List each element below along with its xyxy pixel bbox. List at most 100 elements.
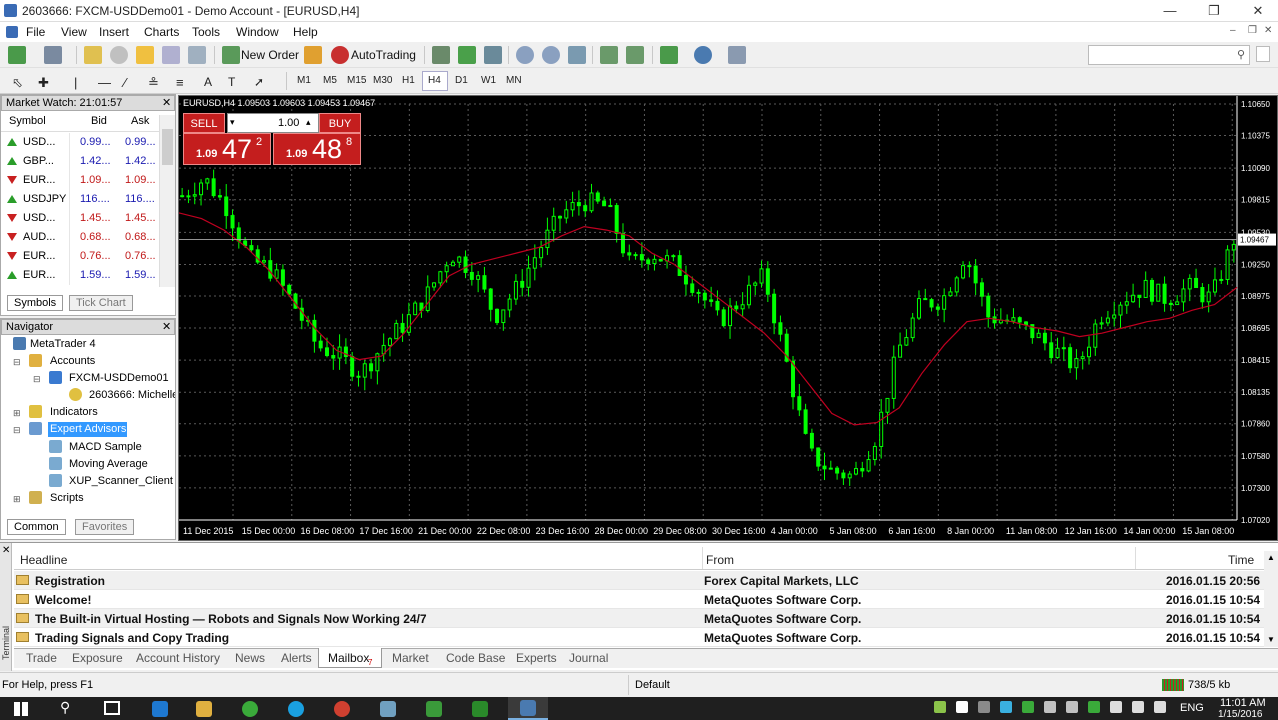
mdi-minimize-icon[interactable]: – <box>1230 25 1236 36</box>
tray-icon[interactable] <box>1022 701 1034 713</box>
new-order-icon[interactable] <box>222 46 240 64</box>
tray-icon[interactable] <box>1066 701 1078 713</box>
community-icon[interactable] <box>1256 46 1270 62</box>
zoom-in-icon[interactable] <box>516 46 534 64</box>
horizontal-line-icon[interactable]: — <box>98 75 111 90</box>
explorer-icon[interactable] <box>196 701 212 717</box>
market-watch-row[interactable]: EUR... 1.59... 1.59... <box>1 266 159 285</box>
nav-macd-sample[interactable]: MACD Sample <box>69 441 142 453</box>
market-watch-row[interactable]: USDJPY 116.... 116.... <box>1 190 159 209</box>
camtasia-recorder-icon[interactable] <box>472 701 488 717</box>
tab-tick-chart[interactable]: Tick Chart <box>69 295 133 311</box>
navigator-icon[interactable] <box>136 46 154 64</box>
battery-icon[interactable] <box>1154 701 1166 713</box>
chart-window[interactable]: 1.10650 1.10375 1.10090 1.09815 1.09530 1.092… <box>178 95 1278 541</box>
close-icon[interactable]: ✕ <box>162 320 171 333</box>
col-from[interactable]: From <box>706 553 734 567</box>
zoom-out-icon[interactable] <box>542 46 560 64</box>
metaeditor-icon[interactable] <box>304 46 322 64</box>
menu-view[interactable]: View <box>61 25 87 39</box>
close-icon[interactable]: ✕ <box>2 545 10 556</box>
market-watch-row[interactable]: USD... 0.99... 0.99... <box>1 133 159 152</box>
profiles-icon[interactable] <box>44 46 62 64</box>
chrome-icon[interactable] <box>334 701 350 717</box>
templates-icon[interactable] <box>728 46 746 64</box>
tab-market[interactable]: Market <box>392 651 429 665</box>
menu-tools[interactable]: Tools <box>192 25 220 39</box>
mail-row[interactable]: Trading Signals and Copy Trading MetaQuot… <box>14 628 1270 647</box>
tab-symbols[interactable]: Symbols <box>7 295 64 311</box>
scrollbar[interactable]: ▲ ▼ <box>1264 551 1278 647</box>
nav-accounts[interactable]: Accounts <box>50 355 95 367</box>
scroll-up-icon[interactable]: ▲ <box>1267 553 1275 562</box>
market-watch-row[interactable]: GBP... 1.42... 1.42... <box>1 152 159 171</box>
col-bid[interactable]: Bid <box>91 115 107 127</box>
strategy-tester-icon[interactable] <box>188 46 206 64</box>
market-watch-row[interactable]: USD... 1.45... 1.45... <box>1 209 159 228</box>
line-chart-icon[interactable] <box>484 46 502 64</box>
timeframe-m30[interactable]: M30 <box>373 75 392 86</box>
nav-moving-average[interactable]: Moving Average <box>69 458 148 470</box>
nav-server[interactable]: FXCM-USDDemo01 <box>69 372 169 384</box>
buy-price[interactable]: 1.09 48 8 <box>273 133 361 165</box>
collapse-icon[interactable]: ⊟ <box>33 374 41 385</box>
tray-icon[interactable] <box>1088 701 1100 713</box>
camtasia-icon[interactable] <box>426 701 442 717</box>
col-time[interactable]: Time <box>1228 553 1254 567</box>
menu-file[interactable]: File <box>26 25 45 39</box>
fibonacci-icon[interactable]: ≡ <box>176 75 184 90</box>
tab-code-base[interactable]: Code Base <box>446 651 505 665</box>
wifi-icon[interactable] <box>1110 701 1122 713</box>
metatrader-task[interactable] <box>508 697 548 720</box>
scrollbar[interactable] <box>159 115 175 287</box>
collapse-icon[interactable]: ⊟ <box>13 357 21 368</box>
timeframe-h4[interactable]: H4 <box>428 75 441 86</box>
mail-row[interactable]: Welcome! MetaQuotes Software Corp. 2016.01… <box>14 590 1270 609</box>
timeframe-h1[interactable]: H1 <box>402 75 415 86</box>
market-watch-row[interactable]: AUD... 0.68... 0.68... <box>1 228 159 247</box>
sell-button[interactable]: SELL <box>183 113 225 133</box>
tray-icon[interactable] <box>1000 701 1012 713</box>
lot-size-input[interactable]: ▾ 1.00 ▴ <box>227 113 319 133</box>
channel-icon[interactable]: ≗ <box>148 75 159 91</box>
trendline-icon[interactable]: ∕ <box>124 75 126 90</box>
skype-icon[interactable] <box>288 701 304 717</box>
clock-date[interactable]: 1/15/2016 <box>1218 709 1263 720</box>
nav-expert-advisors[interactable]: Expert Advisors <box>50 423 126 435</box>
increase-lot-icon[interactable]: ▴ <box>306 117 311 128</box>
timeframe-m5[interactable]: M5 <box>323 75 337 86</box>
crosshair-icon[interactable]: ✚ <box>38 75 49 91</box>
tab-account-history[interactable]: Account History <box>136 651 220 665</box>
col-symbol[interactable]: Symbol <box>9 115 46 127</box>
buy-button[interactable]: BUY <box>319 113 361 133</box>
cursor-icon[interactable]: ⬁ <box>12 75 23 91</box>
language-indicator[interactable]: ENG <box>1180 702 1204 714</box>
menu-charts[interactable]: Charts <box>144 25 179 39</box>
mail-row[interactable]: The Built-in Virtual Hosting — Robots an… <box>14 609 1270 628</box>
chart-shift-icon[interactable] <box>626 46 644 64</box>
market-watch-icon[interactable] <box>84 46 102 64</box>
indicators-icon[interactable] <box>660 46 678 64</box>
search-icon[interactable]: ⚲ <box>1237 48 1245 61</box>
profile-name[interactable]: Default <box>635 679 670 691</box>
tab-common[interactable]: Common <box>7 519 66 535</box>
sell-price[interactable]: 1.09 47 2 <box>183 133 271 165</box>
periods-icon[interactable] <box>694 46 712 64</box>
minimize-button[interactable]: — <box>1150 0 1190 22</box>
tab-alerts[interactable]: Alerts <box>281 651 312 665</box>
nav-account[interactable]: 2603666: Michelle <box>89 389 175 401</box>
tray-icon[interactable] <box>956 701 968 713</box>
tab-experts[interactable]: Experts <box>516 651 557 665</box>
timeframe-mn[interactable]: MN <box>506 75 522 86</box>
autotrading-icon[interactable] <box>331 46 349 64</box>
tab-exposure[interactable]: Exposure <box>72 651 123 665</box>
arrows-icon[interactable]: ➚ <box>254 75 264 89</box>
menu-help[interactable]: Help <box>293 25 318 39</box>
timeframe-d1[interactable]: D1 <box>455 75 468 86</box>
tab-favorites[interactable]: Favorites <box>75 519 135 535</box>
new-chart-icon[interactable] <box>8 46 26 64</box>
search-input[interactable]: ⚲ <box>1088 45 1250 65</box>
task-view-icon[interactable] <box>104 701 120 715</box>
nav-metatrader[interactable]: MetaTrader 4 <box>30 338 96 350</box>
start-icon[interactable] <box>14 702 28 716</box>
